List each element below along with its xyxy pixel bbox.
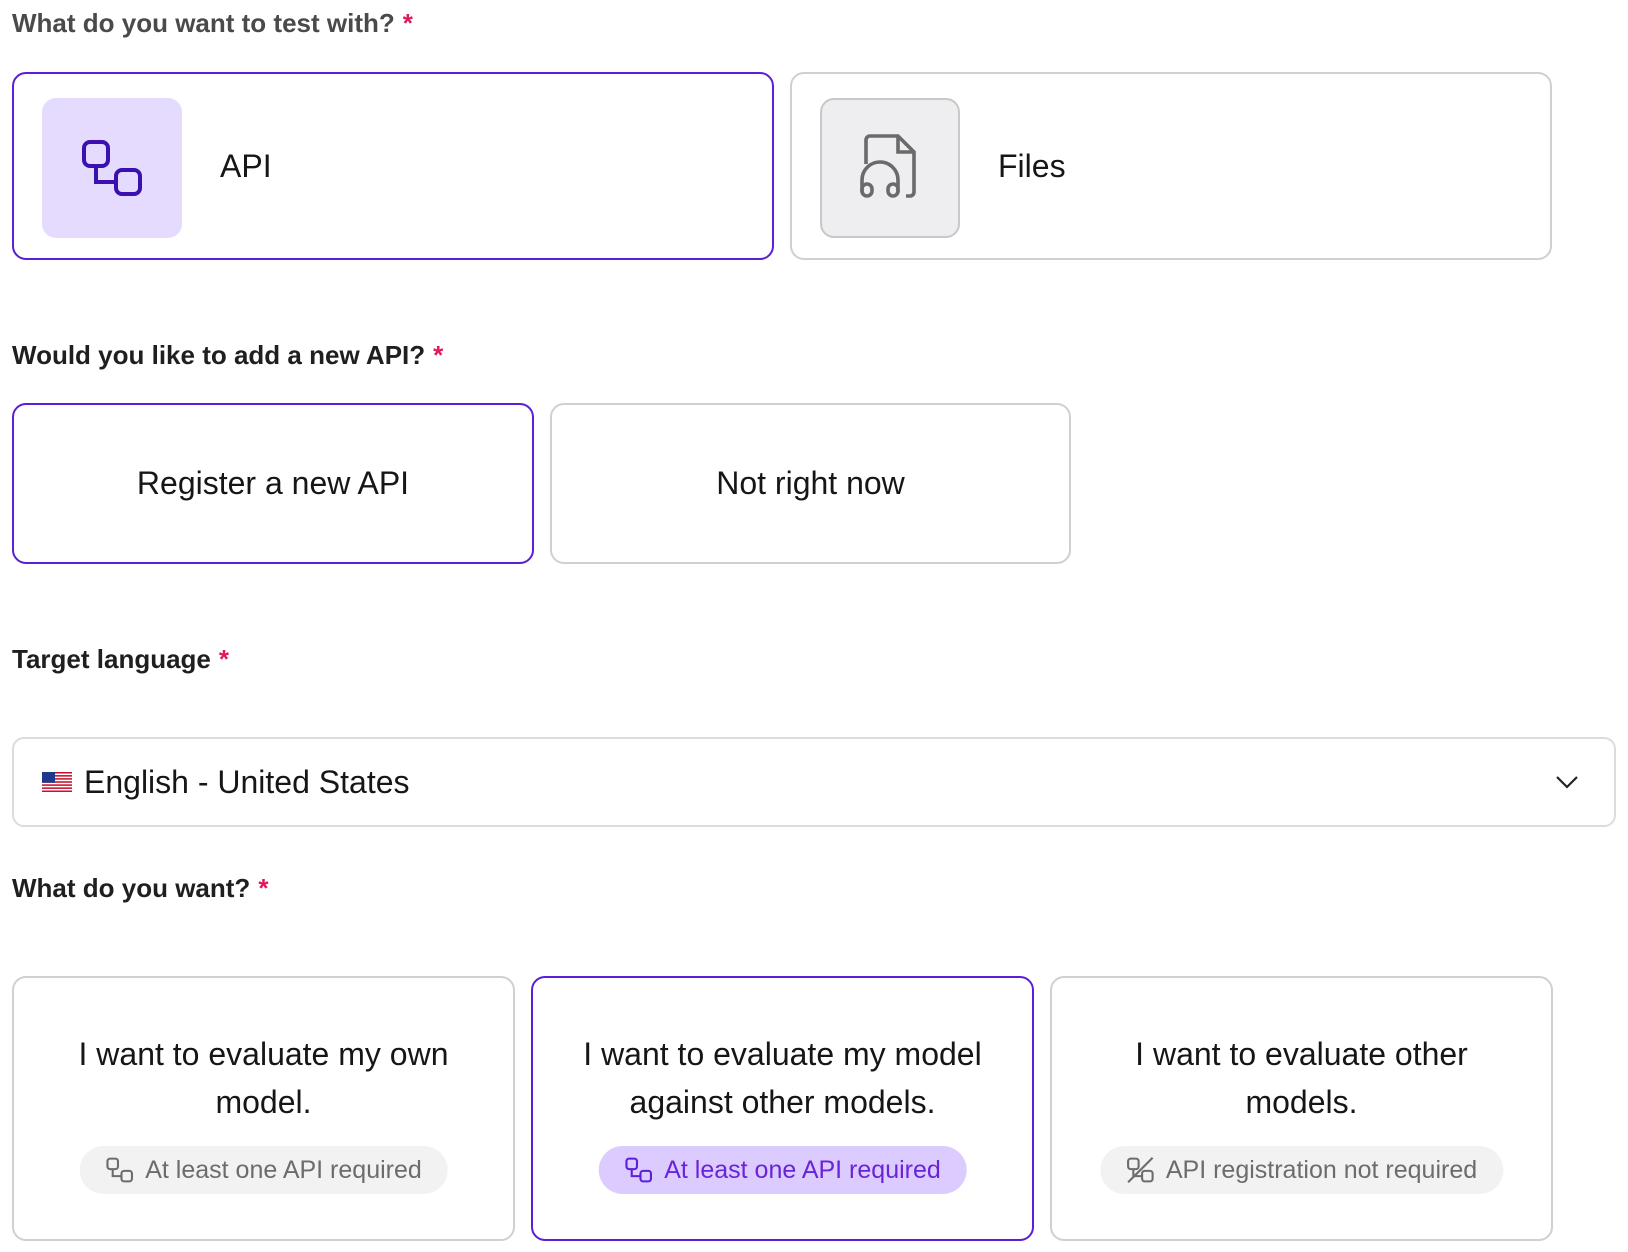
source-option-api[interactable]: API	[12, 72, 774, 260]
api-icon	[624, 1157, 652, 1183]
question-test-with: What do you want to test with? *	[12, 8, 413, 39]
want-option-own-model[interactable]: I want to evaluate my own model. At leas…	[12, 976, 515, 1241]
question-add-api: Would you like to add a new API? *	[12, 340, 443, 371]
api-not-required-badge: API registration not required	[1099, 1146, 1504, 1194]
want-option-other-models[interactable]: I want to evaluate other models. API reg…	[1050, 976, 1553, 1241]
question-what-you-want: What do you want? *	[12, 873, 268, 904]
badge-label: API registration not required	[1165, 1155, 1478, 1184]
want-option-other-models-text: I want to evaluate other models.	[1135, 1036, 1468, 1120]
target-language-select[interactable]: English - United States	[12, 737, 1616, 827]
question-test-with-text: What do you want to test with?	[12, 8, 395, 38]
target-language-value: English - United States	[84, 763, 410, 800]
files-icon-container	[820, 98, 960, 238]
question-target-language-text: Target language	[12, 644, 211, 674]
source-option-files-label: Files	[998, 147, 1066, 184]
badge-label: At least one API required	[664, 1155, 941, 1184]
want-option-compare-models-text: I want to evaluate my model against othe…	[583, 1036, 982, 1120]
api-required-badge: At least one API required	[79, 1146, 448, 1194]
want-option-compare-models[interactable]: I want to evaluate my model against othe…	[531, 976, 1034, 1241]
api-icon-container	[42, 98, 182, 238]
question-what-you-want-text: What do you want?	[12, 873, 251, 903]
required-marker: *	[433, 340, 444, 370]
api-required-badge: At least one API required	[598, 1146, 967, 1194]
question-add-api-text: Would you like to add a new API?	[12, 340, 426, 370]
source-option-files[interactable]: Files	[790, 72, 1552, 260]
question-target-language: Target language *	[12, 644, 229, 675]
chevron-down-icon	[1556, 776, 1578, 789]
register-new-api-button[interactable]: Register a new API	[12, 403, 534, 564]
api-icon	[105, 1157, 133, 1183]
badge-label: At least one API required	[145, 1155, 422, 1184]
not-right-now-label: Not right now	[716, 465, 905, 501]
source-option-api-label: API	[220, 147, 272, 184]
us-flag-icon	[42, 772, 72, 792]
required-marker: *	[258, 873, 269, 903]
api-not-required-icon	[1126, 1157, 1154, 1183]
register-new-api-label: Register a new API	[136, 465, 410, 501]
audio-file-icon	[860, 134, 916, 198]
want-option-own-model-text: I want to evaluate my own model.	[78, 1036, 449, 1120]
not-right-now-button[interactable]: Not right now	[550, 403, 1071, 564]
required-marker: *	[218, 644, 230, 674]
required-marker: *	[402, 8, 413, 38]
api-icon	[82, 140, 142, 196]
